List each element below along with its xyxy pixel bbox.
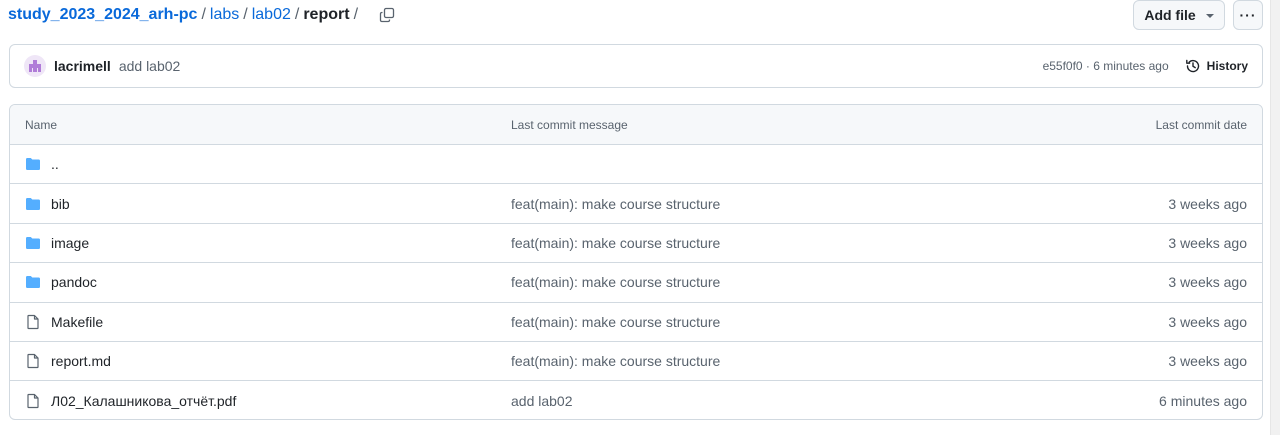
file-name-link[interactable]: Л02_Калашникова_отчёт.pdf — [51, 393, 236, 409]
folder-icon — [25, 274, 41, 290]
breadcrumb-repo-link[interactable]: study_2023_2024_arh-pc — [8, 3, 197, 27]
table-row[interactable]: report.md feat(main): make course struct… — [10, 342, 1262, 382]
breadcrumb-separator: / — [353, 6, 359, 23]
commit-message-link[interactable]: feat(main): make course structure — [511, 314, 720, 330]
more-options-button[interactable]: ··· — [1233, 0, 1263, 30]
add-file-button[interactable]: Add file — [1133, 0, 1225, 30]
history-icon — [1185, 59, 1199, 73]
file-name-link[interactable]: bib — [51, 196, 70, 212]
parent-directory-link[interactable]: .. — [51, 156, 59, 172]
file-icon — [25, 353, 41, 369]
file-icon — [25, 393, 41, 409]
commit-date: 3 weeks ago — [1168, 313, 1247, 330]
top-bar: study_2023_2024_arh-pc / labs / lab02 / … — [8, 0, 1263, 30]
table-row[interactable]: .. — [10, 145, 1262, 185]
folder-icon — [25, 196, 41, 212]
table-row[interactable]: pandoc feat(main): make course structure… — [10, 263, 1262, 303]
file-icon — [25, 314, 41, 330]
file-name-link[interactable]: pandoc — [51, 274, 97, 290]
avatar[interactable] — [24, 55, 46, 77]
commit-message-link[interactable]: add lab02 — [119, 58, 181, 74]
commit-date: 3 weeks ago — [1168, 353, 1247, 370]
breadcrumb-separator: / — [243, 6, 248, 23]
latest-commit-bar: lacrimell add lab02 e55f0f0 · 6 minutes … — [9, 44, 1263, 88]
commit-message-link[interactable]: feat(main): make course structure — [511, 235, 720, 251]
folder-icon — [25, 235, 41, 251]
commit-hash-time[interactable]: e55f0f0 · 6 minutes ago — [1043, 59, 1169, 73]
copy-icon — [379, 7, 395, 23]
commit-author-link[interactable]: lacrimell — [54, 58, 111, 74]
file-name-link[interactable]: image — [51, 235, 89, 251]
commit-date: 3 weeks ago — [1168, 274, 1247, 291]
file-table: Name Last commit message Last commit dat… — [9, 104, 1263, 420]
file-name-link[interactable]: report.md — [51, 353, 111, 369]
commit-message-link[interactable]: feat(main): make course structure — [511, 274, 720, 290]
copy-path-button[interactable] — [376, 4, 398, 26]
column-header-message: Last commit message — [511, 117, 628, 132]
commit-date: 3 weeks ago — [1168, 195, 1247, 212]
file-name-link[interactable]: Makefile — [51, 314, 103, 330]
column-header-date: Last commit date — [1155, 117, 1247, 132]
page-scrollbar[interactable] — [1270, 0, 1280, 435]
commit-date: 3 weeks ago — [1168, 234, 1247, 251]
table-row[interactable]: bib feat(main): make course structure 3 … — [10, 184, 1262, 224]
breadcrumb-separator: / — [294, 6, 300, 23]
table-row[interactable]: Makefile feat(main): make course structu… — [10, 303, 1262, 342]
breadcrumb-current: report — [303, 6, 350, 23]
commit-message-link[interactable]: add lab02 — [511, 393, 573, 409]
folder-icon — [25, 156, 41, 172]
column-header-name: Name — [25, 117, 58, 132]
commit-date: 6 minutes ago — [1159, 393, 1247, 410]
breadcrumb-separator: / — [201, 6, 206, 23]
table-row[interactable]: image feat(main): make course structure … — [10, 224, 1262, 264]
chevron-down-icon — [1205, 14, 1214, 18]
history-label: History — [1206, 59, 1248, 73]
commit-message-link[interactable]: feat(main): make course structure — [511, 353, 720, 369]
commit-message-link[interactable]: feat(main): make course structure — [511, 196, 720, 212]
breadcrumb-labs-link[interactable]: labs — [210, 3, 239, 27]
table-row[interactable]: Л02_Калашникова_отчёт.pdf add lab02 6 mi… — [10, 381, 1262, 419]
add-file-label: Add file — [1144, 7, 1196, 23]
breadcrumb-lab02-link[interactable]: lab02 — [252, 3, 291, 27]
table-header: Name Last commit message Last commit dat… — [10, 105, 1262, 145]
history-button[interactable]: History — [1185, 58, 1248, 74]
breadcrumb: study_2023_2024_arh-pc / labs / lab02 / … — [8, 3, 398, 27]
